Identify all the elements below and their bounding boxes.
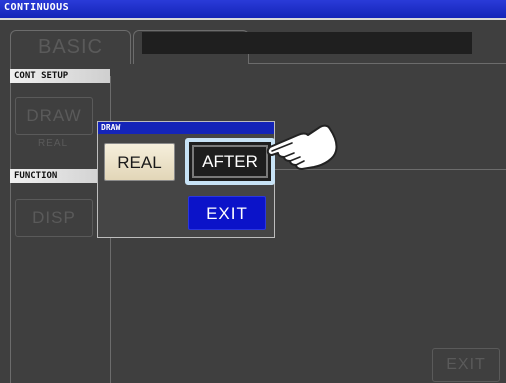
section-label-function: FUNCTION xyxy=(10,169,110,183)
panel-border-top xyxy=(248,63,506,64)
panel-border-left xyxy=(10,63,11,383)
draw-button[interactable]: DRAW xyxy=(15,97,93,135)
screen: CONTINUOUS BASIC CONT SETUP DRAW REAL FU… xyxy=(0,0,506,383)
pointing-hand-icon xyxy=(266,124,338,170)
after-button-label: AFTER xyxy=(192,145,268,178)
status-bar xyxy=(142,32,472,54)
draw-current-value: REAL xyxy=(37,138,69,149)
real-button[interactable]: REAL xyxy=(104,143,175,181)
popup-exit-button[interactable]: EXIT xyxy=(188,196,266,230)
draw-popup: DRAW REAL AFTER EXIT xyxy=(97,121,275,238)
title-bar: CONTINUOUS xyxy=(0,0,506,20)
tab-basic[interactable]: BASIC xyxy=(10,30,131,64)
exit-button-background[interactable]: EXIT xyxy=(432,348,500,382)
popup-title: DRAW xyxy=(98,122,274,134)
section-label-cont-setup: CONT SETUP xyxy=(10,69,110,83)
disp-button[interactable]: DISP xyxy=(15,199,93,237)
window-title: CONTINUOUS xyxy=(4,2,70,13)
